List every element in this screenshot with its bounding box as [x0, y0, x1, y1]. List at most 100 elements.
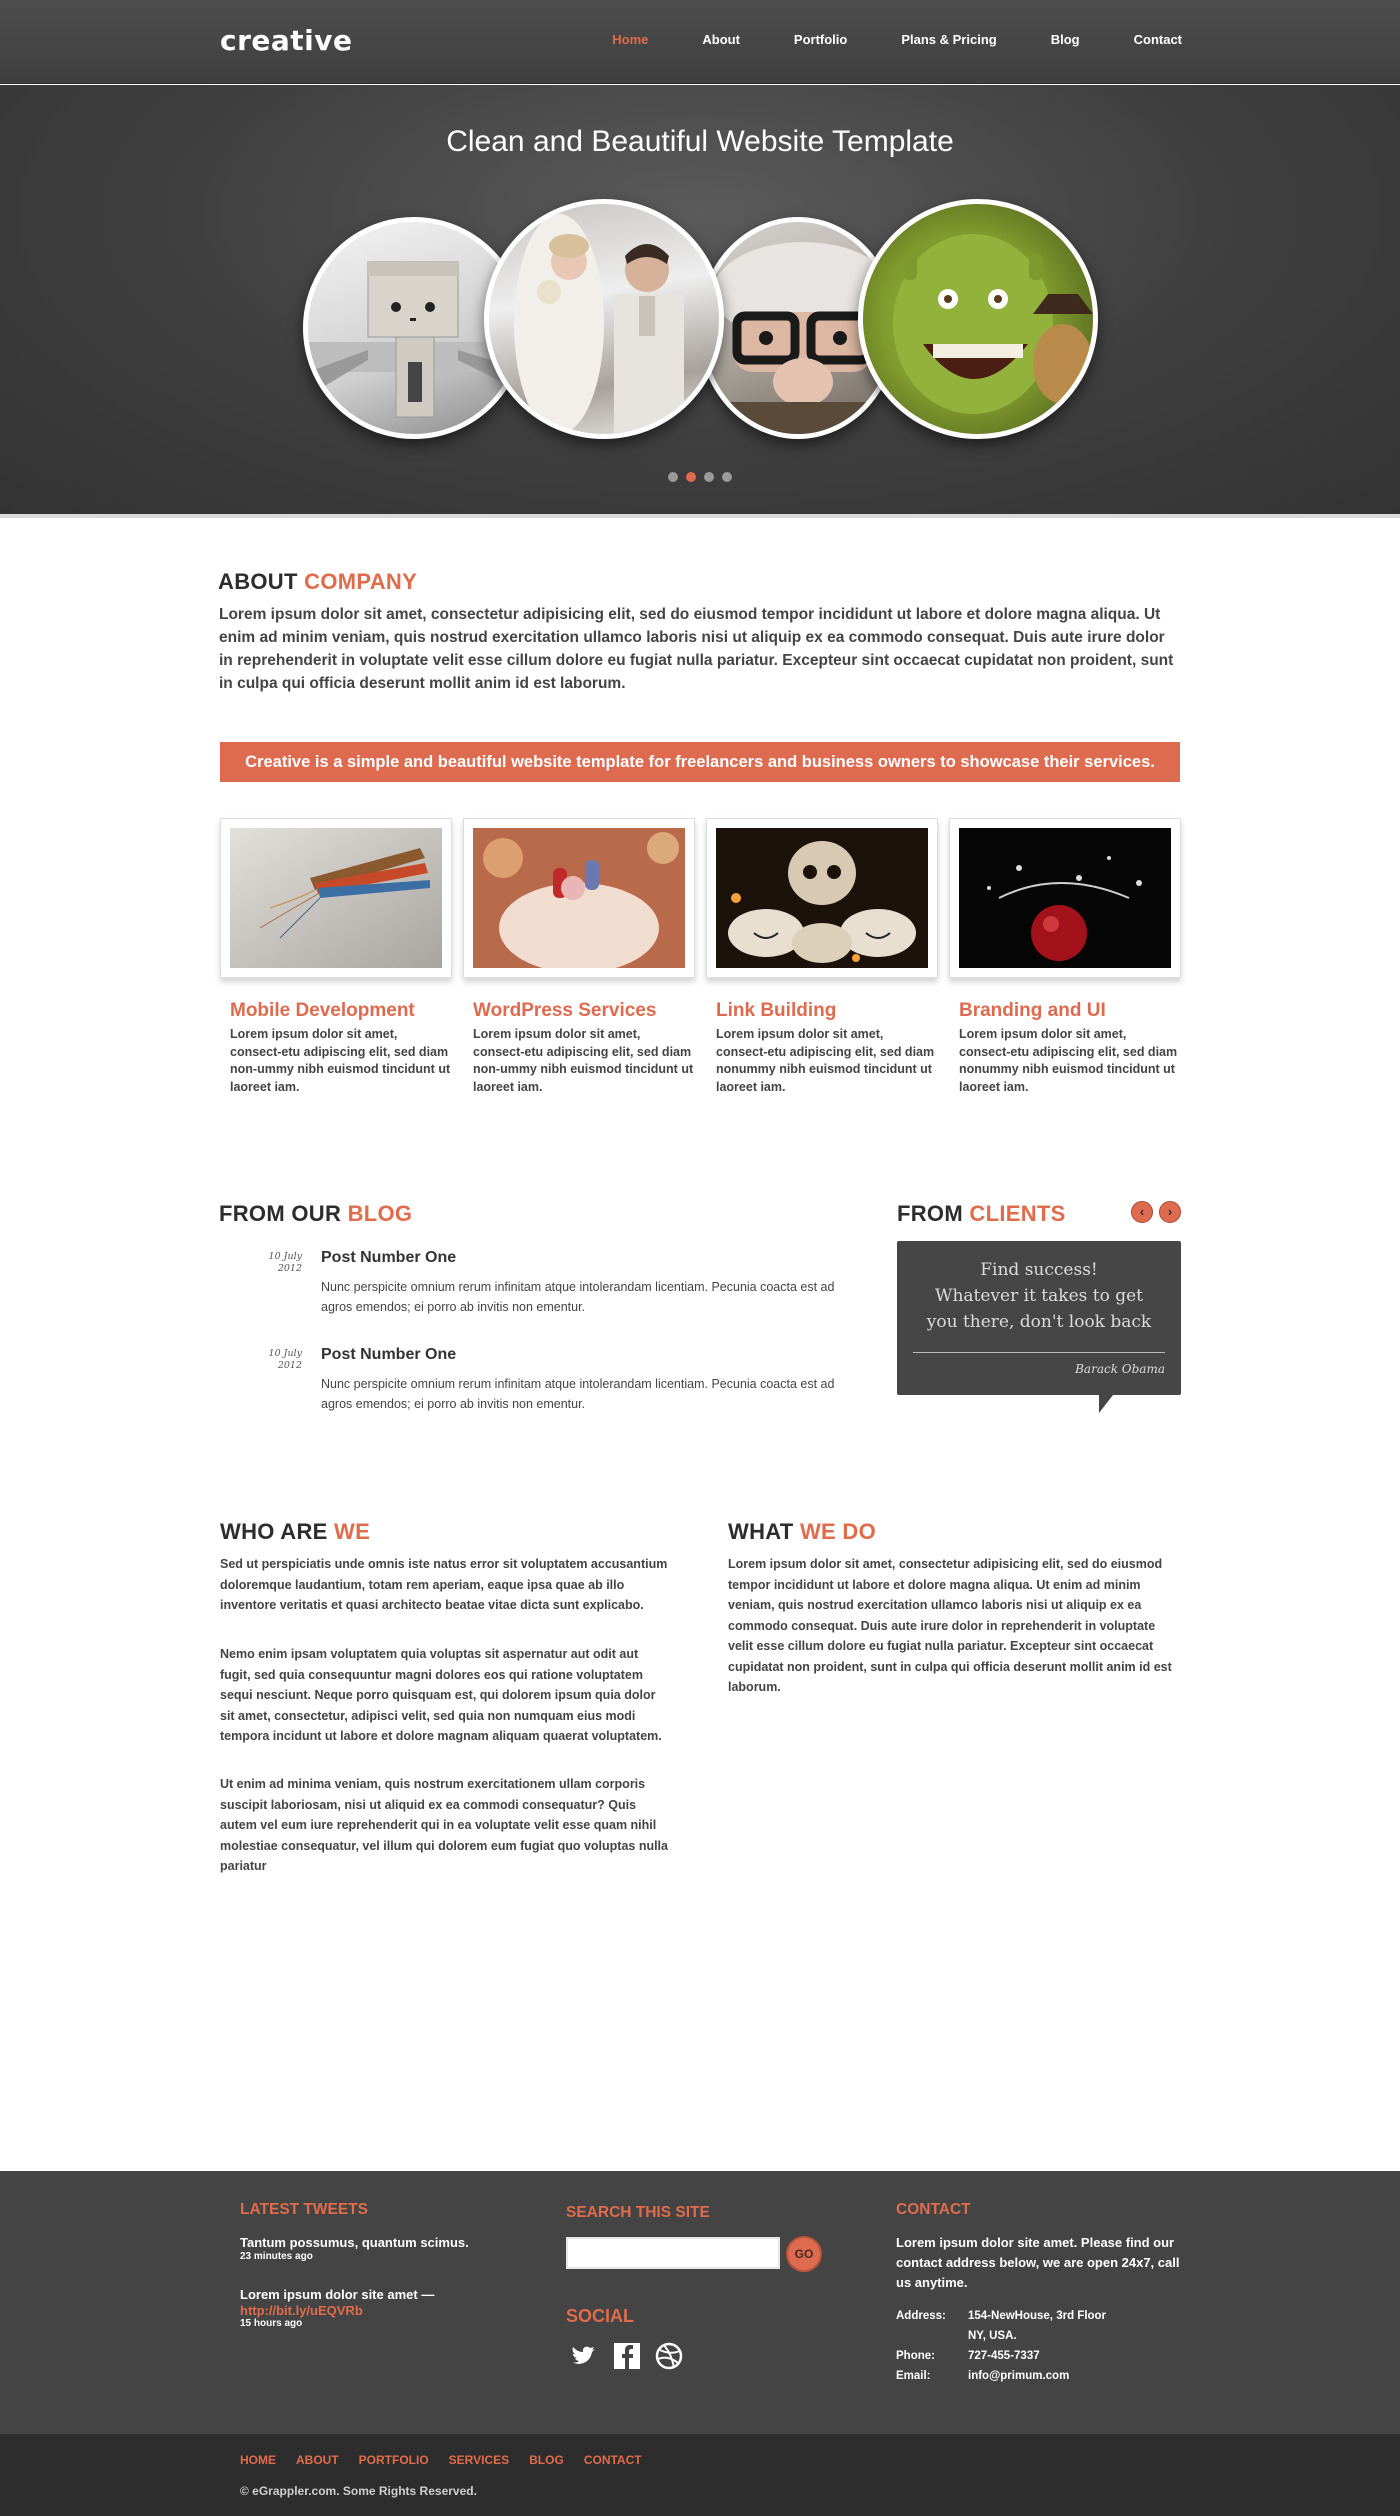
service-text: Lorem ipsum dolor sit amet, consect-etu … — [230, 1027, 451, 1094]
nav-blog[interactable]: Blog — [1051, 32, 1080, 47]
service-card[interactable]: Mobile Development Lorem ipsum dolor sit… — [220, 818, 452, 1096]
tweet-link[interactable]: http://bit.ly/uEQVRb — [240, 2303, 500, 2318]
site-logo[interactable]: creative — [220, 24, 353, 57]
footer-nav-about[interactable]: ABOUT — [296, 2453, 339, 2467]
post-date-day: 10 July — [268, 1251, 302, 1262]
service-title[interactable]: Link Building — [706, 1000, 938, 1022]
search-heading: SEARCH THIS SITE — [566, 2204, 710, 2221]
contact-heading: CONTACT — [896, 2201, 971, 2218]
footer-nav-contact[interactable]: CONTACT — [584, 2453, 642, 2467]
footer-nav-portfolio[interactable]: PORTFOLIO — [359, 2453, 429, 2467]
service-text: Lorem ipsum dolor sit amet, consect-etu … — [473, 1027, 694, 1094]
post-excerpt: Nunc perspicite omnium rerum infinitam a… — [321, 1280, 835, 1314]
what-heading-prefix: WHAT — [728, 1519, 794, 1544]
service-image-frame[interactable] — [949, 818, 1181, 978]
testimonial-quote: Find success! Whatever it takes to get y… — [897, 1257, 1181, 1335]
post-date-day: 10 July — [268, 1348, 302, 1359]
slide-ogre-photo[interactable] — [858, 199, 1098, 439]
facebook-icon[interactable] — [612, 2341, 642, 2371]
search-go-button[interactable]: GO — [786, 2236, 822, 2272]
testimonial-author: Barack Obama — [1075, 1362, 1165, 1376]
footer-nav-services[interactable]: SERVICES — [449, 2453, 509, 2467]
service-image-frame[interactable] — [220, 818, 452, 978]
nav-plans-pricing[interactable]: Plans & Pricing — [901, 32, 996, 47]
cupcake-photo — [473, 828, 685, 973]
phone-value[interactable]: 727-455-7337 — [968, 2350, 1040, 2362]
who-heading: WHO ARE WE — [220, 1519, 370, 1545]
service-card[interactable]: WordPress Services Lorem ipsum dolor sit… — [463, 818, 695, 1096]
blog-heading-accent: BLOG — [347, 1201, 413, 1226]
footer-nav: HOME ABOUT PORTFOLIO SERVICES BLOG CONTA… — [240, 2453, 662, 2467]
service-image-frame[interactable] — [706, 818, 938, 978]
crayons-photo — [230, 828, 442, 968]
blog-heading: FROM OUR BLOG — [219, 1201, 412, 1227]
clients-heading: FROM CLIENTS — [897, 1201, 1066, 1227]
footer-nav-home[interactable]: HOME — [240, 2453, 276, 2467]
what-heading: WHAT WE DO — [728, 1519, 876, 1545]
social-heading: SOCIAL — [566, 2306, 635, 2326]
tweet-item: Lorem ipsum dolor site amet — http://bit… — [240, 2286, 500, 2329]
contact-email: Email: info@primum.com — [896, 2370, 1069, 2382]
service-card[interactable]: Link Building Lorem ipsum dolor sit amet… — [706, 818, 938, 1096]
what-heading-accent: WE DO — [799, 1519, 877, 1544]
hero-title: Clean and Beautiful Website Template — [446, 125, 954, 158]
email-value[interactable]: info@primum.com — [968, 2370, 1069, 2382]
post-date: 10 July 2012 — [220, 1348, 302, 1372]
main-nav: Home About Portfolio Plans & Pricing Blo… — [558, 32, 1182, 47]
wedding-couple-illustration — [514, 214, 684, 434]
service-text: Lorem ipsum dolor sit amet, consect-etu … — [716, 1027, 935, 1094]
clients-heading-prefix: FROM — [897, 1201, 963, 1226]
post-date-year: 2012 — [277, 1263, 302, 1274]
footer-nav-blog[interactable]: BLOG — [529, 2453, 564, 2467]
post-date: 10 July 2012 — [220, 1251, 302, 1275]
who-paragraph: Sed ut perspiciatis unde omnis iste natu… — [220, 1557, 668, 1612]
testimonial-quote-line2: Whatever it takes to get you there, don'… — [926, 1286, 1152, 1332]
twitter-icon[interactable] — [568, 2341, 598, 2371]
site-header: creative Home About Portfolio Plans & Pr… — [0, 0, 1400, 84]
address-line1: 154-NewHouse, 3rd Floor — [968, 2310, 1107, 2322]
dribbble-icon[interactable] — [654, 2341, 684, 2371]
testimonial-divider — [913, 1352, 1165, 1353]
tweet-text: Lorem ipsum dolor site amet — — [240, 2287, 435, 2302]
slider-dot[interactable] — [704, 472, 714, 482]
prev-testimonial-button[interactable]: ‹ — [1131, 1201, 1153, 1223]
slider-pagination — [668, 472, 732, 482]
nav-about[interactable]: About — [702, 32, 740, 47]
about-heading: ABOUT COMPANY — [218, 569, 417, 595]
about-heading-accent: COMPANY — [304, 569, 418, 594]
service-title[interactable]: WordPress Services — [463, 1000, 695, 1022]
water-splash-photo — [959, 828, 1171, 968]
copyright-text: © eGrappler.com. Some Rights Reserved. — [240, 2484, 477, 2498]
phone-label: Phone: — [896, 2350, 935, 2362]
who-heading-prefix: WHO ARE — [220, 1519, 328, 1544]
post-title[interactable]: Post Number One — [321, 1249, 456, 1267]
halloween-cupcakes-photo — [716, 828, 928, 968]
blog-heading-prefix: FROM OUR — [219, 1201, 342, 1226]
tagline-banner: Creative is a simple and beautiful websi… — [220, 742, 1180, 782]
service-image-frame[interactable] — [463, 818, 695, 978]
tweets-heading: LATEST TWEETS — [240, 2201, 369, 2218]
search-input[interactable] — [566, 2237, 780, 2269]
service-card[interactable]: Branding and UI Lorem ipsum dolor sit am… — [949, 818, 1181, 1096]
address-line2: NY, USA. — [968, 2330, 1017, 2342]
service-title[interactable]: Mobile Development — [220, 1000, 452, 1022]
next-testimonial-button[interactable]: › — [1159, 1201, 1181, 1223]
email-label: Email: — [896, 2370, 931, 2382]
ogre-cartoon-illustration — [893, 234, 1093, 414]
nav-contact[interactable]: Contact — [1134, 32, 1182, 47]
contact-address-line2: NY, USA. — [896, 2330, 1017, 2342]
slider-dot[interactable] — [668, 472, 678, 482]
nav-home[interactable]: Home — [612, 32, 648, 47]
slider-dot[interactable] — [722, 472, 732, 482]
slider-dot-active[interactable] — [686, 472, 696, 482]
tweet-item: Tantum possumus, quantum scimus. 23 minu… — [240, 2234, 500, 2262]
slide-wedding-photo[interactable] — [484, 199, 724, 439]
nav-portfolio[interactable]: Portfolio — [794, 32, 847, 47]
post-excerpt: Nunc perspicite omnium rerum infinitam a… — [321, 1377, 835, 1411]
footer-bottom-bar — [0, 2434, 1400, 2516]
testimonial-box: Find success! Whatever it takes to get y… — [897, 1241, 1181, 1395]
who-paragraph: Nemo enim ipsam voluptatem quia voluptas… — [220, 1647, 662, 1743]
hero-slider: Clean and Beautiful Website Template — [0, 85, 1400, 518]
service-title[interactable]: Branding and UI — [949, 1000, 1181, 1022]
post-title[interactable]: Post Number One — [321, 1346, 456, 1364]
